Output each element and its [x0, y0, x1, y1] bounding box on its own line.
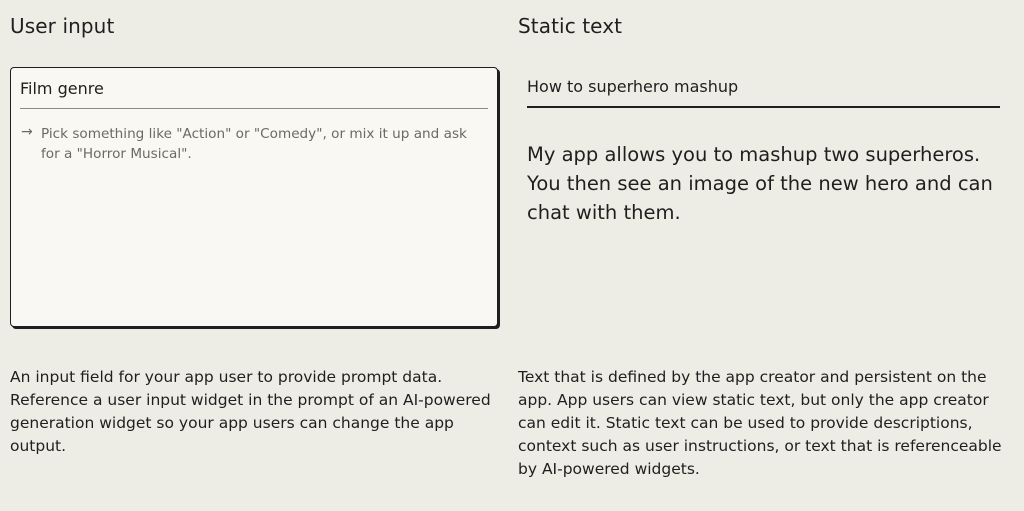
- user-input-widget[interactable]: Film genre → Pick something like "Action…: [10, 67, 498, 327]
- static-text-heading: Static text: [518, 14, 623, 38]
- arrow-right-icon: →: [21, 124, 33, 140]
- input-divider: [20, 108, 488, 109]
- film-genre-label: Film genre: [20, 79, 104, 98]
- static-text-divider: [527, 106, 1000, 108]
- static-text-title: How to superhero mashup: [527, 77, 739, 96]
- static-text-body: My app allows you to mashup two superher…: [527, 143, 993, 224]
- user-input-heading: User input: [10, 14, 115, 38]
- user-input-description: An input field for your app user to prov…: [10, 368, 491, 455]
- input-hint-text: Pick something like "Action" or "Comedy"…: [41, 126, 467, 162]
- static-text-description: Text that is defined by the app creator …: [518, 368, 1002, 478]
